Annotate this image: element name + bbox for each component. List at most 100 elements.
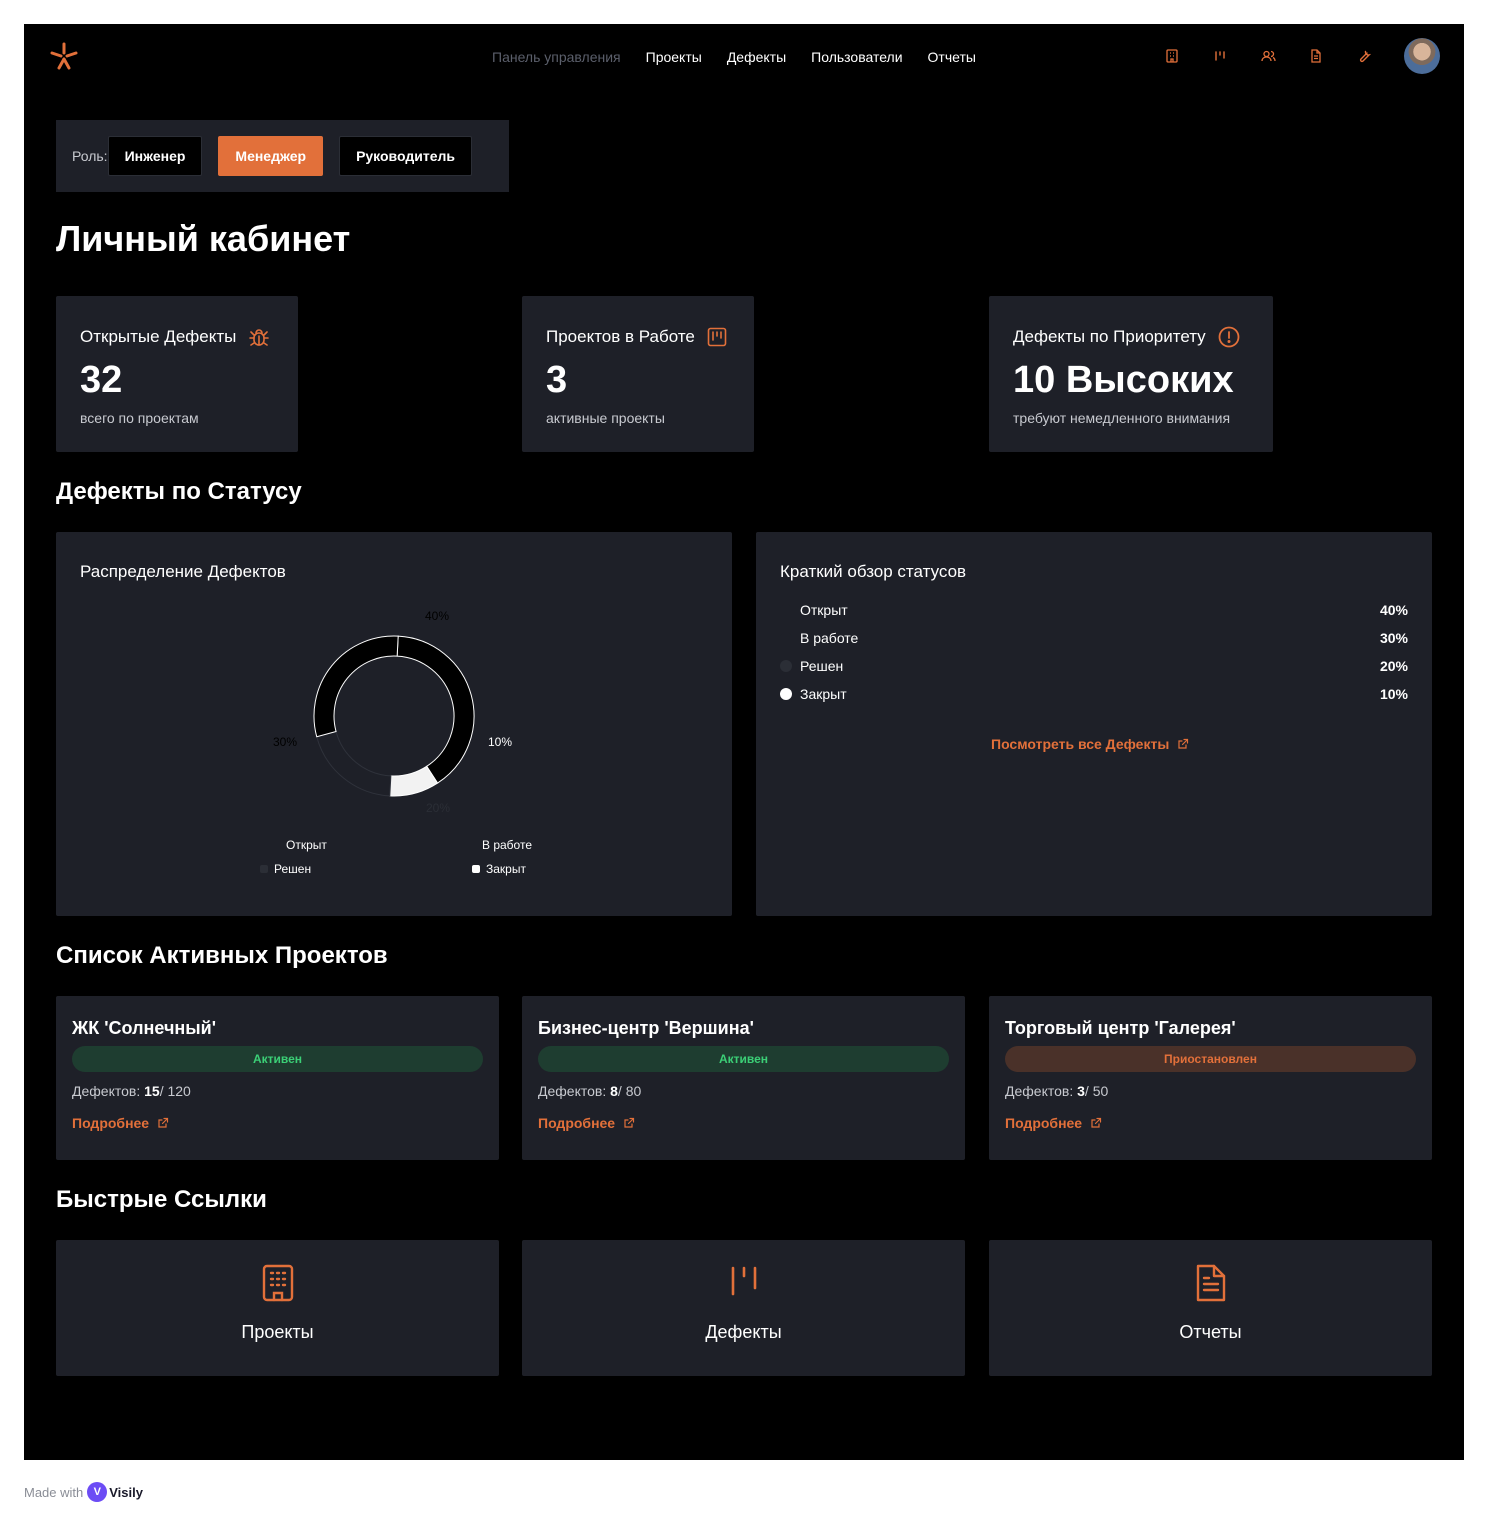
stat-subtitle: требуют немедленного внимания <box>1013 410 1231 426</box>
status-row-in-progress: В работе 30% <box>780 628 1408 648</box>
legend-label: Открыт <box>286 838 327 852</box>
status-percent: 30% <box>1379 630 1408 646</box>
status-percent: 20% <box>1379 658 1408 674</box>
donut-slice-0 <box>396 635 475 784</box>
logo-icon[interactable] <box>50 42 78 70</box>
role-label: Роль: <box>72 148 108 164</box>
defect-count-value: 8 <box>610 1083 618 1099</box>
legend-item-in-progress: В работе <box>468 838 532 852</box>
projects-section-title: Список Активных Проектов <box>56 942 388 969</box>
status-percent: 10% <box>1379 686 1408 702</box>
stat-value: 10 Высоких <box>1013 359 1234 401</box>
status-dot <box>780 660 792 672</box>
kanban-icon <box>731 1266 756 1296</box>
project-details-link[interactable]: Подробнее <box>72 1115 483 1131</box>
page-title: Личный кабинет <box>56 218 351 259</box>
app-frame: Панель управления Проекты Дефекты Пользо… <box>24 24 1464 1460</box>
donut-label-1: 30% <box>273 735 297 749</box>
external-link-icon <box>158 1117 169 1128</box>
stat-value: 3 <box>546 359 568 401</box>
quick-link-reports[interactable]: Отчеты <box>989 1240 1432 1376</box>
project-details-link[interactable]: Подробнее <box>1005 1115 1416 1131</box>
visily-brand: V Visily <box>87 1482 143 1502</box>
status-dot <box>780 632 792 644</box>
legend-label: В работе <box>482 838 533 852</box>
users-icon[interactable] <box>1260 44 1276 68</box>
legend-swatch <box>468 841 476 849</box>
stat-title: Открытые Дефекты <box>80 327 237 346</box>
defect-count-total: / 50 <box>1084 1083 1109 1099</box>
status-dot <box>780 604 792 616</box>
status-dot <box>780 688 792 700</box>
header-icons <box>1164 44 1372 68</box>
status-label: Закрыт <box>800 686 847 702</box>
legend-swatch <box>472 865 480 873</box>
status-summary-panel: Краткий обзор статусов Открыт 40% В работ… <box>756 532 1432 916</box>
project-card: Торговый центр 'Галерея' Приостановлен Д… <box>989 996 1432 1160</box>
nav-defects[interactable]: Дефекты <box>727 48 786 66</box>
quick-link-label: Отчеты <box>1179 1322 1242 1342</box>
quick-links-section-title: Быстрые Ссылки <box>56 1186 267 1213</box>
donut-slice-1 <box>313 635 399 738</box>
building-icon[interactable] <box>1164 44 1180 68</box>
status-row-closed: Закрыт 10% <box>780 684 1408 704</box>
status-label: В работе <box>800 630 859 646</box>
nav-reports[interactable]: Отчеты <box>928 48 976 66</box>
kanban-icon[interactable] <box>1212 44 1228 68</box>
quick-link-label: Дефекты <box>705 1322 782 1342</box>
status-section-title: Дефекты по Статусу <box>56 478 302 505</box>
legend-item-open: Открыт <box>272 838 327 852</box>
document-icon <box>1196 1264 1225 1302</box>
made-with-footer[interactable]: Made with V Visily <box>24 1482 143 1502</box>
bug-icon <box>249 329 270 346</box>
user-avatar[interactable] <box>1404 38 1440 74</box>
project-name: Торговый центр 'Галерея' <box>1005 1018 1236 1038</box>
nav-dashboard[interactable]: Панель управления <box>492 48 621 66</box>
donut-slice-2 <box>316 730 392 797</box>
project-name: ЖК 'Солнечный' <box>72 1018 216 1038</box>
project-details-label: Подробнее <box>1005 1115 1083 1131</box>
stat-card-open-defects: Открытые Дефекты 32 всего по проектам <box>56 296 298 452</box>
role-engineer-button[interactable]: Инженер <box>107 136 203 176</box>
role-manager-button[interactable]: Менеджер <box>218 136 324 176</box>
defect-count-total: / 120 <box>159 1083 191 1099</box>
visily-logo-icon: V <box>87 1482 108 1502</box>
alert-circle-icon <box>1218 326 1240 348</box>
stat-card-projects: Проектов в Работе 3 активные проекты <box>522 296 754 452</box>
quick-link-projects[interactable]: Проекты <box>56 1240 499 1376</box>
document-icon[interactable] <box>1308 44 1324 68</box>
defect-count-total: / 80 <box>617 1083 642 1099</box>
donut-label-3: 10% <box>488 735 512 749</box>
stat-subtitle: активные проекты <box>546 410 665 426</box>
quick-link-defects[interactable]: Дефекты <box>522 1240 965 1376</box>
external-link-icon <box>624 1117 635 1128</box>
status-label: Решен <box>800 658 844 674</box>
kanban-icon <box>707 327 727 347</box>
building-icon <box>262 1264 293 1302</box>
quick-link-label: Проекты <box>241 1322 314 1342</box>
project-details-label: Подробнее <box>72 1115 150 1131</box>
role-director-button[interactable]: Руководитель <box>339 136 472 176</box>
nav-users[interactable]: Пользователи <box>811 48 902 66</box>
view-all-defects-link[interactable]: Посмотреть все Дефекты <box>991 736 1189 752</box>
status-row-resolved: Решен 20% <box>780 656 1408 676</box>
project-status-badge: Активен <box>72 1046 483 1072</box>
legend-item-closed: Закрыт <box>472 862 526 876</box>
stat-title: Дефекты по Приоритету <box>1013 327 1206 346</box>
project-name: Бизнес-центр 'Вершина' <box>538 1018 754 1038</box>
project-status-badge: Активен <box>538 1046 949 1072</box>
project-card: ЖК 'Солнечный' Активен Дефектов: 15/ 120… <box>56 996 499 1160</box>
status-label: Открыт <box>800 602 848 618</box>
summary-panel-title: Краткий обзор статусов <box>780 562 967 581</box>
defect-count-value: 3 <box>1077 1083 1085 1099</box>
legend-label: Закрыт <box>486 862 526 876</box>
project-card: Бизнес-центр 'Вершина' Активен Дефектов:… <box>522 996 965 1160</box>
project-status-badge: Приостановлен <box>1005 1046 1416 1072</box>
external-link-icon <box>1178 738 1189 749</box>
project-details-link[interactable]: Подробнее <box>538 1115 949 1131</box>
wrench-icon[interactable] <box>1356 44 1372 68</box>
stat-title: Проектов в Работе <box>546 327 695 346</box>
external-link-icon <box>1091 1117 1102 1128</box>
defect-count-label: Дефектов: <box>1005 1083 1074 1099</box>
nav-projects[interactable]: Проекты <box>646 48 702 66</box>
